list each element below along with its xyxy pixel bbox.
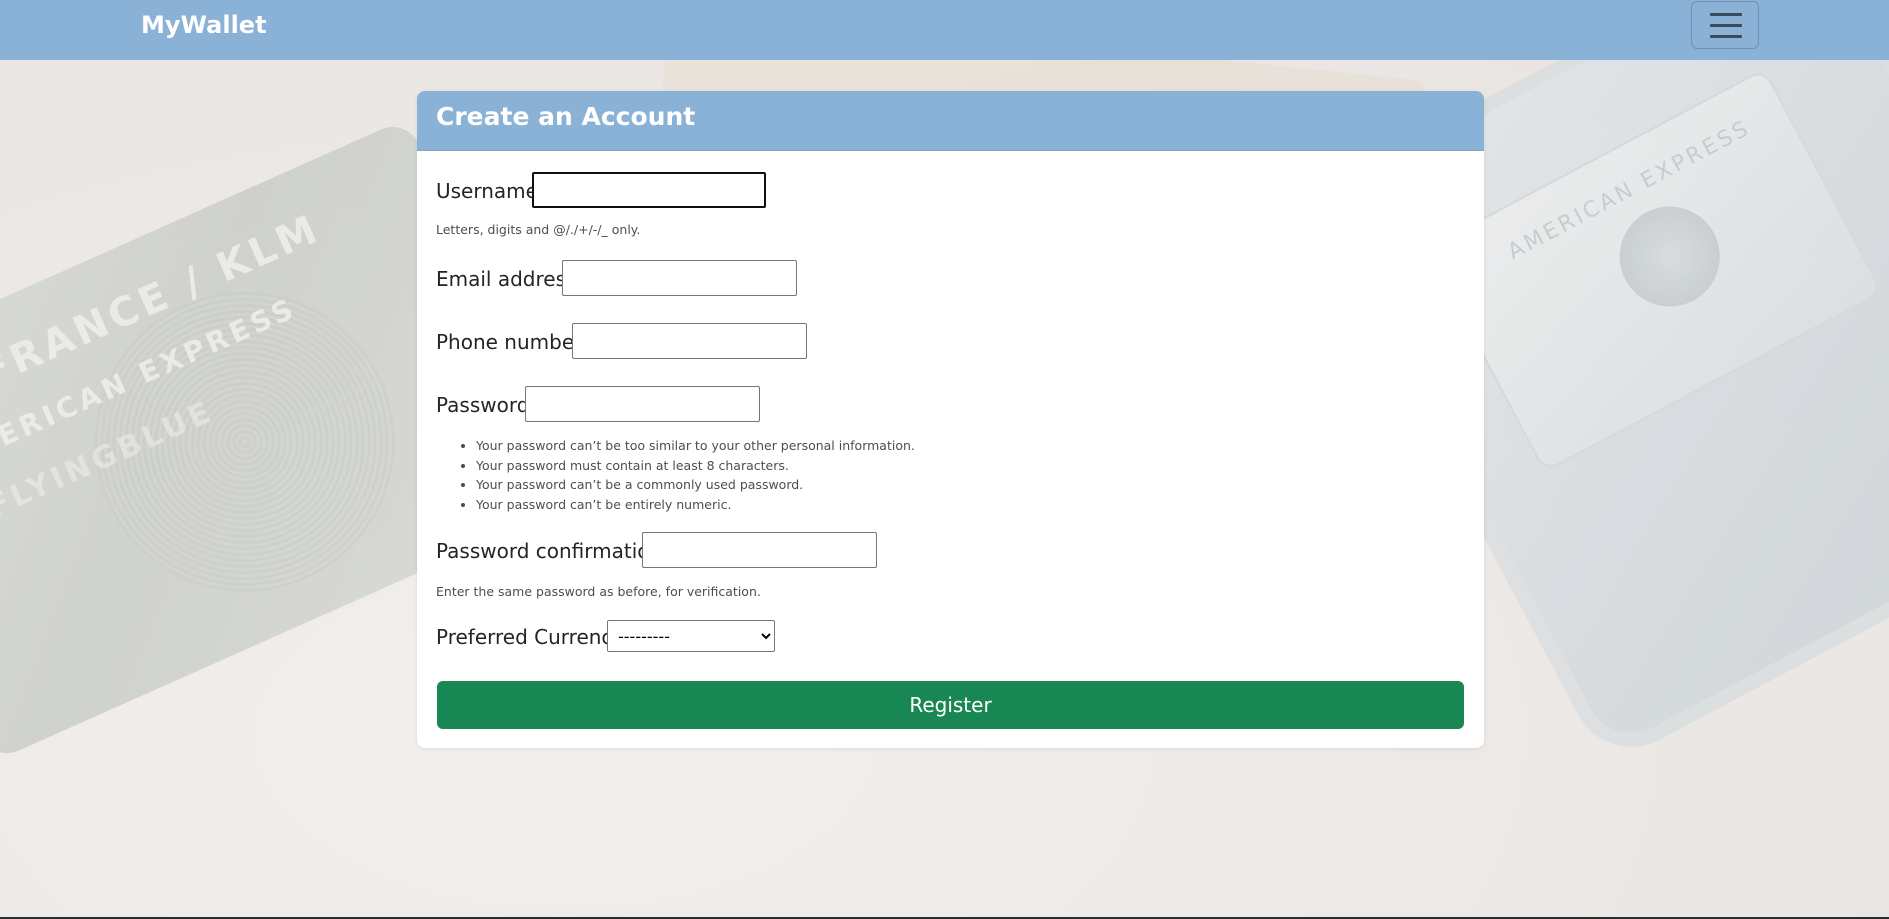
currency-select[interactable]: --------- — [607, 620, 775, 652]
phone-label: Phone number — [436, 330, 583, 354]
username-input[interactable] — [532, 172, 766, 208]
password-rule: Your password can’t be a commonly used p… — [476, 475, 915, 495]
password-rule: Your password must contain at least 8 ch… — [476, 456, 915, 476]
card-header: Create an Account — [417, 91, 1484, 151]
password-label: Password — [436, 393, 530, 417]
password-rules-list: Your password can’t be too similar to yo… — [436, 436, 915, 514]
email-input[interactable] — [562, 260, 797, 296]
password-input[interactable] — [525, 386, 760, 422]
username-help-text: Letters, digits and @/./+/-/_ only. — [436, 222, 641, 237]
hamburger-icon — [1710, 13, 1742, 39]
password-confirmation-help-text: Enter the same password as before, for v… — [436, 584, 761, 599]
register-card: Create an Account Username Letters, digi… — [417, 91, 1484, 748]
password-rule: Your password can’t be too similar to yo… — [476, 436, 915, 456]
register-button[interactable]: Register — [437, 681, 1464, 729]
password-confirmation-label: Password confirmation — [436, 539, 663, 563]
username-label: Username — [436, 179, 538, 203]
page-title: Create an Account — [436, 102, 696, 131]
navbar: MyWallet — [0, 0, 1889, 60]
password-rule: Your password can’t be entirely numeric. — [476, 495, 915, 515]
email-label: Email address — [436, 267, 577, 291]
currency-label: Preferred Currency — [436, 625, 625, 649]
navbar-toggler-button[interactable] — [1691, 1, 1759, 49]
phone-input[interactable] — [572, 323, 807, 359]
password-confirmation-input[interactable] — [642, 532, 877, 568]
brand-logo[interactable]: MyWallet — [141, 11, 267, 39]
